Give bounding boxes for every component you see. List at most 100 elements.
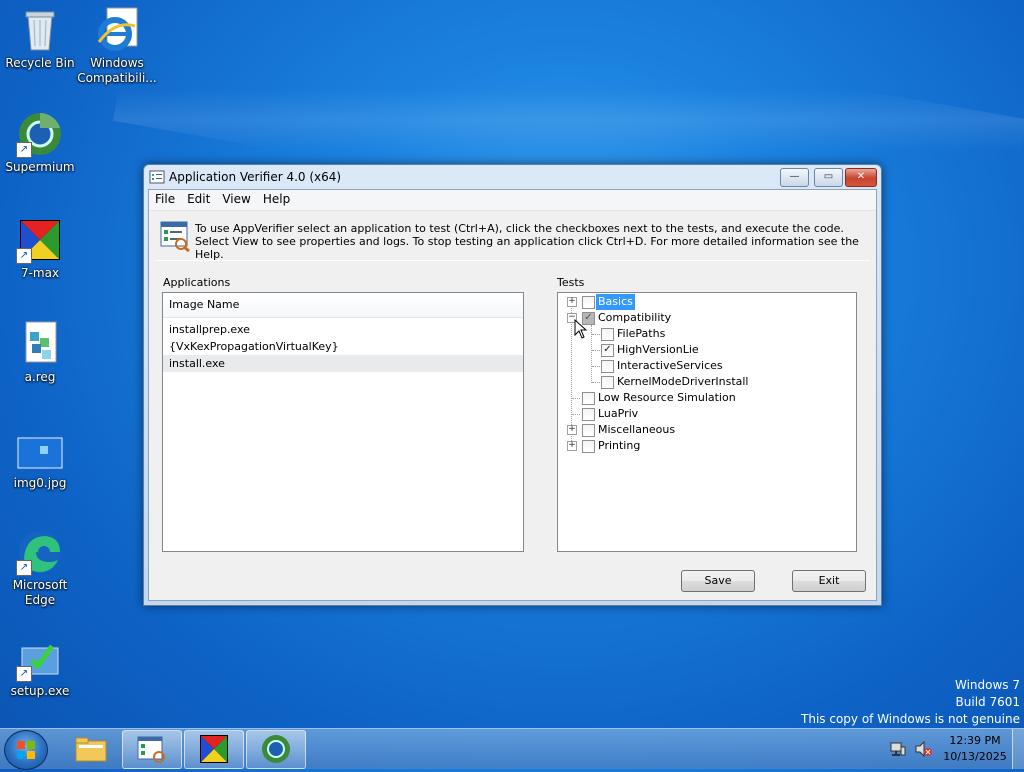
checkbox-filepaths[interactable] <box>601 328 614 341</box>
taskbar: 12:39 PM 10/13/2025 <box>0 728 1024 770</box>
tree-label: InteractiveServices <box>617 359 723 372</box>
checkbox-printing[interactable] <box>582 440 595 453</box>
tests-label: Tests <box>557 276 585 289</box>
save-button[interactable]: Save <box>681 570 755 592</box>
shortcut-arrow-icon: ↗ <box>16 142 32 158</box>
taskbar-explorer[interactable] <box>60 730 120 769</box>
info-text: To use AppVerifier select an application… <box>195 222 859 261</box>
shortcut-arrow-icon: ↗ <box>16 248 32 264</box>
tree-label: HighVersionLie <box>617 343 699 356</box>
minimize-button[interactable]: — <box>780 168 809 187</box>
tree-node-highversionlie[interactable]: ✓ HighVersionLie <box>558 342 856 358</box>
desktop-icon-label: Microsoft Edge <box>12 578 68 607</box>
tree-label: Printing <box>598 439 641 452</box>
desktop-icon-label: Windows Compatibili... <box>77 56 157 85</box>
tests-tree-body: + Basics − ✓ Compatibility FilePaths ✓ H… <box>558 293 856 551</box>
tree-label: Compatibility <box>598 311 672 324</box>
tree-node-miscellaneous[interactable]: + Miscellaneous <box>558 422 856 438</box>
checkbox-highversionlie[interactable]: ✓ <box>601 344 614 357</box>
taskbar-7-max[interactable] <box>184 730 244 769</box>
desktop-icon-a-reg[interactable]: a.reg <box>0 320 80 385</box>
desktop-icon-label: Recycle Bin <box>5 56 75 70</box>
app-verifier-icon <box>137 736 165 763</box>
divider <box>155 260 870 261</box>
checkbox-luapriv[interactable] <box>582 408 595 421</box>
setup-icon: ↗ <box>16 634 64 682</box>
recycle-bin-icon <box>16 6 64 54</box>
app-verifier-window: Application Verifier 4.0 (x64) — ▭ ✕ Fil… <box>143 164 882 606</box>
expand-icon[interactable]: + <box>567 441 577 451</box>
expand-icon[interactable]: + <box>567 425 577 435</box>
watermark-line: Windows 7 <box>954 678 1020 692</box>
tree-node-interactiveservices[interactable]: InteractiveServices <box>558 358 856 374</box>
menu-view[interactable]: View <box>216 190 256 206</box>
desktop-icon-windows-compatibility[interactable]: Windows Compatibili... <box>77 6 157 86</box>
show-desktop-button[interactable] <box>1012 729 1024 769</box>
desktop-icon-recycle-bin[interactable]: Recycle Bin <box>0 6 80 71</box>
list-item[interactable]: {VxKexPropagationVirtualKey} <box>163 338 523 355</box>
list-item[interactable]: installprep.exe <box>163 321 523 338</box>
checkbox-low-resource-simulation[interactable] <box>582 392 595 405</box>
clock-date: 10/13/2025 <box>943 750 1007 763</box>
clock-time: 12:39 PM <box>949 734 1001 747</box>
tree-node-filepaths[interactable]: FilePaths <box>558 326 856 342</box>
desktop-icon-setup-exe[interactable]: ↗ setup.exe <box>0 634 80 699</box>
internet-explorer-icon <box>93 6 141 54</box>
close-button[interactable]: ✕ <box>845 168 877 187</box>
windows-explorer-icon <box>75 737 107 762</box>
tests-tree[interactable]: + Basics − ✓ Compatibility FilePaths ✓ H… <box>557 292 857 552</box>
desktop-icon-7-max[interactable]: ↗ 7-max <box>0 216 80 281</box>
tree-label: LuaPriv <box>598 407 639 420</box>
tree-node-basics[interactable]: + Basics <box>558 294 856 310</box>
desktop-icon-label: Supermium <box>5 160 75 174</box>
clock[interactable]: 12:39 PM 10/13/2025 <box>938 733 1012 765</box>
desktop-icon-label: setup.exe <box>10 684 70 698</box>
desktop-icon-label: a.reg <box>24 370 56 384</box>
shortcut-arrow-icon: ↗ <box>16 560 32 576</box>
exit-button[interactable]: Exit <box>792 570 866 592</box>
taskbar-app-verifier[interactable] <box>122 730 182 769</box>
taskbar-supermium[interactable] <box>246 730 306 769</box>
expand-icon[interactable]: + <box>567 297 577 307</box>
desktop-icon-label: 7-max <box>20 266 60 280</box>
desktop-icon-microsoft-edge[interactable]: ↗ Microsoft Edge <box>0 528 80 608</box>
edge-icon: ↗ <box>16 528 64 576</box>
checkbox-kernelmodedriverinstall[interactable] <box>601 376 614 389</box>
start-button[interactable] <box>4 730 48 770</box>
volume-muted-icon[interactable] <box>914 740 932 760</box>
menu-edit[interactable]: Edit <box>181 190 216 206</box>
applications-label: Applications <box>163 276 231 289</box>
menu-file[interactable]: File <box>149 190 181 206</box>
tree-label: Basics <box>596 294 635 310</box>
window-titlebar[interactable]: Application Verifier 4.0 (x64) — ▭ ✕ <box>144 165 881 189</box>
checkbox-interactiveservices[interactable] <box>601 360 614 373</box>
tree-label: Low Resource Simulation <box>598 391 736 404</box>
tree-label: KernelModeDriverInstall <box>617 375 749 388</box>
tree-label: Miscellaneous <box>598 423 676 436</box>
checkbox-basics[interactable] <box>582 296 595 309</box>
column-header-image-name[interactable]: Image Name <box>163 293 523 318</box>
tree-node-luapriv[interactable]: LuaPriv <box>558 406 856 422</box>
maximize-button[interactable]: ▭ <box>814 168 843 187</box>
app-verifier-info-icon <box>159 220 191 253</box>
desktop-icon-img0-jpg[interactable]: img0.jpg <box>0 426 80 491</box>
list-item-selected[interactable]: install.exe <box>163 355 523 372</box>
tree-node-printing[interactable]: + Printing <box>558 438 856 454</box>
tree-node-compatibility[interactable]: − ✓ Compatibility <box>558 310 856 326</box>
applications-list[interactable]: Image Name installprep.exe {VxKexPropaga… <box>162 292 524 552</box>
network-icon[interactable] <box>890 741 906 760</box>
checkbox-miscellaneous[interactable] <box>582 424 595 437</box>
7-max-icon <box>200 735 228 763</box>
window-client-area: File Edit View Help To use AppVerifier sele… <box>148 189 877 601</box>
menu-help[interactable]: Help <box>257 190 296 206</box>
registry-file-icon <box>16 320 64 368</box>
watermark-line: This copy of Windows is not genuine <box>801 712 1020 726</box>
tree-node-low-resource-simulation[interactable]: Low Resource Simulation <box>558 390 856 406</box>
shortcut-arrow-icon: ↗ <box>16 666 32 682</box>
windows-logo-icon <box>17 741 35 759</box>
7-max-icon: ↗ <box>16 216 64 264</box>
supermium-icon <box>262 735 290 763</box>
window-title: Application Verifier 4.0 (x64) <box>169 170 342 184</box>
tree-node-kernelmodedriverinstall[interactable]: KernelModeDriverInstall <box>558 374 856 390</box>
desktop-icon-supermium[interactable]: ↗ Supermium <box>0 110 80 175</box>
